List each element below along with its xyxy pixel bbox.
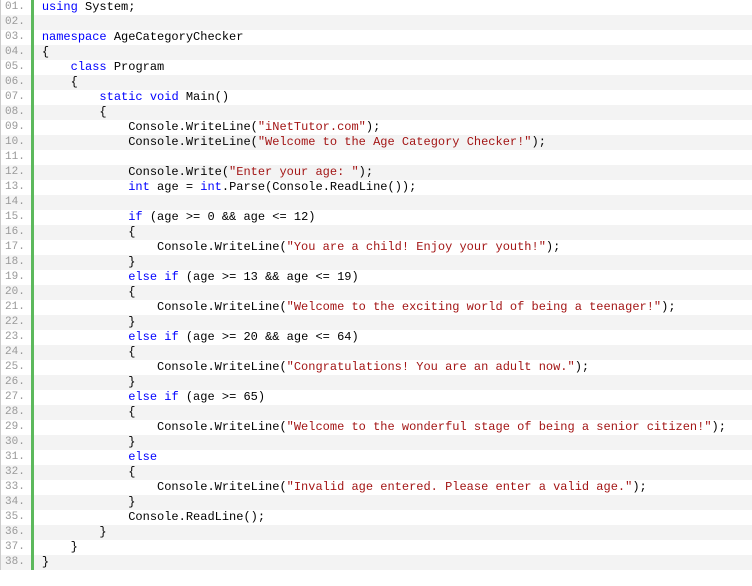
line-number: 17. <box>1 240 31 255</box>
code-line: { <box>34 75 752 90</box>
code-line: } <box>34 540 752 555</box>
line-number: 11. <box>1 150 31 165</box>
line-number: 32. <box>1 465 31 480</box>
line-number: 03. <box>1 30 31 45</box>
line-number: 37. <box>1 540 31 555</box>
line-number: 36. <box>1 525 31 540</box>
line-number: 20. <box>1 285 31 300</box>
code-line: } <box>34 435 752 450</box>
line-number: 28. <box>1 405 31 420</box>
line-number: 10. <box>1 135 31 150</box>
code-line: { <box>34 225 752 240</box>
line-number: 12. <box>1 165 31 180</box>
line-number: 02. <box>1 15 31 30</box>
line-number: 34. <box>1 495 31 510</box>
code-line: Console.WriteLine("Invalid age entered. … <box>34 480 752 495</box>
code-line: Console.WriteLine("Welcome to the Age Ca… <box>34 135 752 150</box>
line-number: 09. <box>1 120 31 135</box>
code-line: { <box>34 45 752 60</box>
code-line: } <box>34 315 752 330</box>
line-number: 23. <box>1 330 31 345</box>
line-number: 18. <box>1 255 31 270</box>
code-line: } <box>34 255 752 270</box>
code-line: Console.Write("Enter your age: "); <box>34 165 752 180</box>
line-number: 27. <box>1 390 31 405</box>
line-number: 01. <box>1 0 31 15</box>
line-number: 35. <box>1 510 31 525</box>
line-number: 25. <box>1 360 31 375</box>
code-line: { <box>34 345 752 360</box>
line-number: 33. <box>1 480 31 495</box>
line-number: 08. <box>1 105 31 120</box>
code-line: else if (age >= 13 && age <= 19) <box>34 270 752 285</box>
line-number: 38. <box>1 555 31 570</box>
code-line: else if (age >= 65) <box>34 390 752 405</box>
line-number: 06. <box>1 75 31 90</box>
code-line: Console.WriteLine("Welcome to the wonder… <box>34 420 752 435</box>
line-number: 04. <box>1 45 31 60</box>
code-line: else <box>34 450 752 465</box>
code-line: } <box>34 375 752 390</box>
line-number: 29. <box>1 420 31 435</box>
line-number: 26. <box>1 375 31 390</box>
code-line: static void Main() <box>34 90 752 105</box>
code-line: Console.ReadLine(); <box>34 510 752 525</box>
code-line: namespace AgeCategoryChecker <box>34 30 752 45</box>
code-line: Console.WriteLine("Congratulations! You … <box>34 360 752 375</box>
code-line <box>34 195 752 210</box>
code-line: { <box>34 285 752 300</box>
code-line <box>34 150 752 165</box>
code-line: Console.WriteLine("iNetTutor.com"); <box>34 120 752 135</box>
line-number-gutter: 01.02.03.04.05.06.07.08.09.10.11.12.13.1… <box>1 0 34 570</box>
line-number: 16. <box>1 225 31 240</box>
code-content: using System; namespace AgeCategoryCheck… <box>34 0 752 570</box>
line-number: 13. <box>1 180 31 195</box>
code-line: { <box>34 105 752 120</box>
code-line: class Program <box>34 60 752 75</box>
code-line: { <box>34 465 752 480</box>
code-line: if (age >= 0 && age <= 12) <box>34 210 752 225</box>
code-line: { <box>34 405 752 420</box>
line-number: 31. <box>1 450 31 465</box>
code-line: using System; <box>34 0 752 15</box>
line-number: 07. <box>1 90 31 105</box>
line-number: 15. <box>1 210 31 225</box>
code-line: } <box>34 525 752 540</box>
code-line: int age = int.Parse(Console.ReadLine()); <box>34 180 752 195</box>
code-line: else if (age >= 20 && age <= 64) <box>34 330 752 345</box>
code-line: Console.WriteLine("You are a child! Enjo… <box>34 240 752 255</box>
line-number: 14. <box>1 195 31 210</box>
code-line: } <box>34 555 752 570</box>
line-number: 05. <box>1 60 31 75</box>
line-number: 24. <box>1 345 31 360</box>
line-number: 19. <box>1 270 31 285</box>
code-block: 01.02.03.04.05.06.07.08.09.10.11.12.13.1… <box>0 0 752 570</box>
code-line: Console.WriteLine("Welcome to the exciti… <box>34 300 752 315</box>
line-number: 30. <box>1 435 31 450</box>
line-number: 21. <box>1 300 31 315</box>
code-line <box>34 15 752 30</box>
code-line: } <box>34 495 752 510</box>
line-number: 22. <box>1 315 31 330</box>
